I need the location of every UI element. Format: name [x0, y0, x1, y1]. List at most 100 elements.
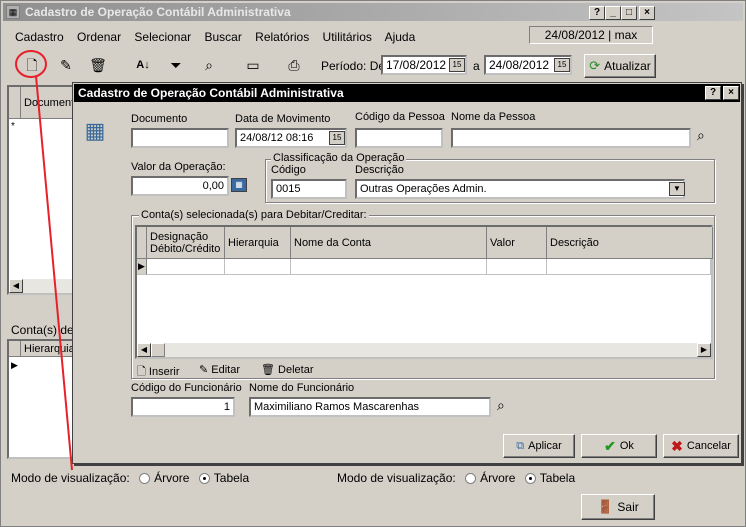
search-binoculars-icon[interactable]: ⌕	[497, 397, 505, 414]
cancelar-button[interactable]: ✖ Cancelar	[663, 434, 739, 458]
calendar-icon[interactable]: 15	[554, 58, 570, 72]
calendar-icon[interactable]: 15	[449, 58, 465, 72]
cell-hierarquia[interactable]	[225, 259, 291, 275]
menu-selecionar[interactable]: Selecionar	[134, 30, 191, 44]
documento-input[interactable]	[131, 128, 229, 148]
nome-funcionario-label: Nome do Funcionário	[249, 382, 355, 394]
inserir-label: Inserir	[148, 366, 180, 378]
menu-ordenar[interactable]: Ordenar	[77, 30, 121, 44]
scroll-right-icon[interactable]: ▶	[697, 343, 711, 357]
classificacao-codigo-input[interactable]: 0015	[271, 179, 347, 199]
codigo-funcionario-input[interactable]: 1	[131, 397, 235, 417]
trash-icon: 🗑	[261, 364, 275, 376]
cell-designacao[interactable]	[147, 259, 225, 275]
exit-door-icon: 🚪	[597, 499, 614, 514]
new-row-marker: *	[11, 121, 15, 132]
window-icon[interactable]: ▭	[242, 54, 264, 76]
view-tree-label: Árvore	[480, 471, 516, 485]
cancelar-label: Cancelar	[686, 440, 731, 452]
cell-valor[interactable]	[487, 259, 547, 275]
binoculars-icon[interactable]: ⌕	[198, 54, 220, 76]
chevron-down-icon[interactable]: ▼	[669, 182, 685, 196]
calendar-icon[interactable]: 15	[329, 131, 345, 145]
col-descricao[interactable]: Descrição	[547, 227, 713, 259]
filter-icon[interactable]: ⏷	[165, 54, 187, 76]
cell-nome-conta[interactable]	[291, 259, 487, 275]
ok-label: Ok	[619, 440, 634, 452]
contas-grid[interactable]: Designação Débito/Crédito Hierarquia Nom…	[135, 225, 713, 359]
minimize-icon[interactable]: _	[605, 6, 621, 20]
exit-button[interactable]: 🚪 Sair	[581, 494, 655, 520]
operation-dialog: Cadastro de Operação Contábil Administra…	[72, 82, 742, 464]
maximize-icon[interactable]: □	[621, 6, 637, 20]
inserir-button[interactable]: 🗋 Inserir	[137, 363, 179, 382]
col-valor[interactable]: Valor	[487, 227, 547, 259]
lower-grid-corner	[9, 341, 21, 357]
view-table-radio[interactable]	[198, 473, 210, 484]
main-view-mode-right: Modo de visualização: Árvore Tabela	[337, 471, 575, 485]
contas-scrollbar[interactable]: ◀ ▶	[137, 343, 711, 357]
help-icon[interactable]: ?	[589, 6, 605, 20]
contas-legend: Conta(s) selecionada(s) para Debitar/Cre…	[139, 209, 369, 221]
classificacao-legend: Classificação da Operação	[271, 152, 407, 164]
dialog-help-icon[interactable]: ?	[705, 86, 721, 100]
valor-label: Valor da Operação:	[131, 161, 226, 173]
check-icon: ✔	[604, 437, 616, 454]
classificacao-codigo-label: Código	[271, 164, 306, 176]
col-designacao[interactable]: Designação Débito/Crédito	[147, 227, 225, 259]
menu-ajuda[interactable]: Ajuda	[385, 30, 416, 44]
ok-button[interactable]: ✔ Ok	[581, 434, 657, 458]
view-tree-radio[interactable]	[465, 473, 477, 484]
main-grid-scrollbar[interactable]: ◀	[9, 279, 77, 293]
codigo-pessoa-label: Código da Pessoa	[355, 111, 445, 123]
editar-button[interactable]: ✎ Editar	[199, 363, 240, 376]
scroll-left-icon[interactable]: ◀	[9, 279, 23, 293]
exit-label: Sair	[617, 500, 639, 514]
print-preview-icon[interactable]: ⎙	[283, 54, 305, 76]
nome-pessoa-input[interactable]	[451, 128, 691, 148]
edit-icon[interactable]: ✎	[55, 54, 77, 76]
view-mode-label: Modo de visualização:	[11, 471, 130, 485]
grid-corner	[137, 227, 147, 259]
calculator-button-icon[interactable]: ▦	[231, 178, 247, 192]
sort-az-icon[interactable]: A↓	[132, 54, 154, 76]
row-pointer-icon: ▶	[11, 360, 18, 370]
menu-utilitarios[interactable]: Utilitários	[323, 30, 372, 44]
menu-relatorios[interactable]: Relatórios	[255, 30, 309, 44]
nome-pessoa-label: Nome da Pessoa	[451, 111, 536, 123]
valor-input[interactable]: 0,00	[131, 176, 229, 196]
row-indicator: ▶	[137, 259, 147, 275]
close-icon[interactable]: ×	[639, 6, 655, 20]
aplicar-button[interactable]: ⧉ Aplicar	[503, 434, 575, 458]
view-table-label: Tabela	[213, 471, 250, 485]
codigo-pessoa-input[interactable]	[355, 128, 443, 148]
col-nome-conta[interactable]: Nome da Conta	[291, 227, 487, 259]
deletar-label: Deletar	[278, 364, 314, 376]
menu-cadastro[interactable]: Cadastro	[15, 30, 64, 44]
nome-funcionario-input[interactable]: Maximiliano Ramos Mascarenhas	[249, 397, 491, 417]
scroll-thumb[interactable]	[151, 343, 165, 357]
codigo-funcionario-label: Código do Funcionário	[131, 382, 242, 394]
classificacao-descricao-label: Descrição	[355, 164, 404, 176]
data-movimento-label: Data de Movimento	[235, 113, 331, 125]
view-tree-radio[interactable]	[139, 473, 151, 484]
editar-label: Editar	[211, 364, 241, 376]
classificacao-descricao-select[interactable]: Outras Operações Admin.	[355, 179, 685, 199]
status-date-user: 24/08/2012 | max	[529, 26, 653, 44]
main-view-mode-left: Modo de visualização: Árvore Tabela	[11, 471, 249, 485]
view-table-radio[interactable]	[524, 473, 536, 484]
dialog-title: Cadastro de Operação Contábil Administra…	[78, 86, 344, 100]
cell-descricao[interactable]	[547, 259, 711, 275]
menu-buscar[interactable]: Buscar	[204, 30, 241, 44]
documento-label: Documento	[131, 113, 188, 125]
new-document-icon[interactable]: 🗋	[21, 54, 43, 76]
trash-icon[interactable]: 🗑	[87, 54, 109, 76]
dialog-close-icon[interactable]: ×	[723, 86, 739, 100]
col-hierarquia[interactable]: Hierarquia	[225, 227, 291, 259]
scroll-left-icon[interactable]: ◀	[137, 343, 151, 357]
main-grid-corner	[9, 87, 21, 119]
deletar-button[interactable]: 🗑 Deletar	[261, 363, 314, 376]
refresh-button[interactable]: ⟳ Atualizar	[584, 54, 656, 78]
date-separator: a	[473, 59, 480, 73]
search-binoculars-icon[interactable]: ⌕	[697, 127, 705, 144]
